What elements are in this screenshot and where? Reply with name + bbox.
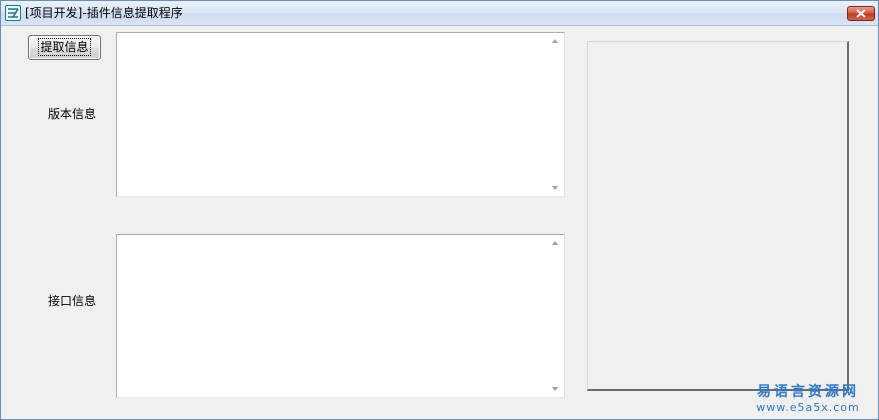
scroll-down-arrow-icon[interactable] (552, 186, 558, 190)
preview-panel (587, 41, 849, 391)
extract-info-button-label: 提取信息 (38, 38, 91, 56)
close-icon (856, 9, 866, 18)
interface-info-scrollbar[interactable] (547, 235, 564, 397)
main-window: [项目开发]-插件信息提取程序 提取信息 版本信息 接口信息 易语言资源网 ww… (0, 0, 879, 420)
watermark-name: 易语言资源网 (757, 384, 859, 400)
watermark-url: www.e5a5x.com (756, 401, 860, 414)
interface-info-label: 接口信息 (48, 294, 97, 308)
app-logo-icon[interactable] (5, 5, 21, 21)
window-title: [项目开发]-插件信息提取程序 (25, 6, 183, 20)
close-button[interactable] (847, 6, 875, 21)
watermark: 易语言资源网 www.e5a5x.com (741, 385, 875, 415)
title-bar[interactable]: [项目开发]-插件信息提取程序 (1, 1, 878, 26)
scroll-up-arrow-icon[interactable] (552, 39, 558, 43)
interface-info-textarea[interactable] (116, 234, 565, 398)
version-info-textarea[interactable] (116, 32, 565, 197)
version-info-label: 版本信息 (48, 107, 97, 121)
scroll-up-arrow-icon[interactable] (552, 241, 558, 245)
extract-info-button[interactable]: 提取信息 (28, 35, 101, 60)
version-info-scrollbar[interactable] (547, 33, 564, 196)
scroll-down-arrow-icon[interactable] (552, 387, 558, 391)
